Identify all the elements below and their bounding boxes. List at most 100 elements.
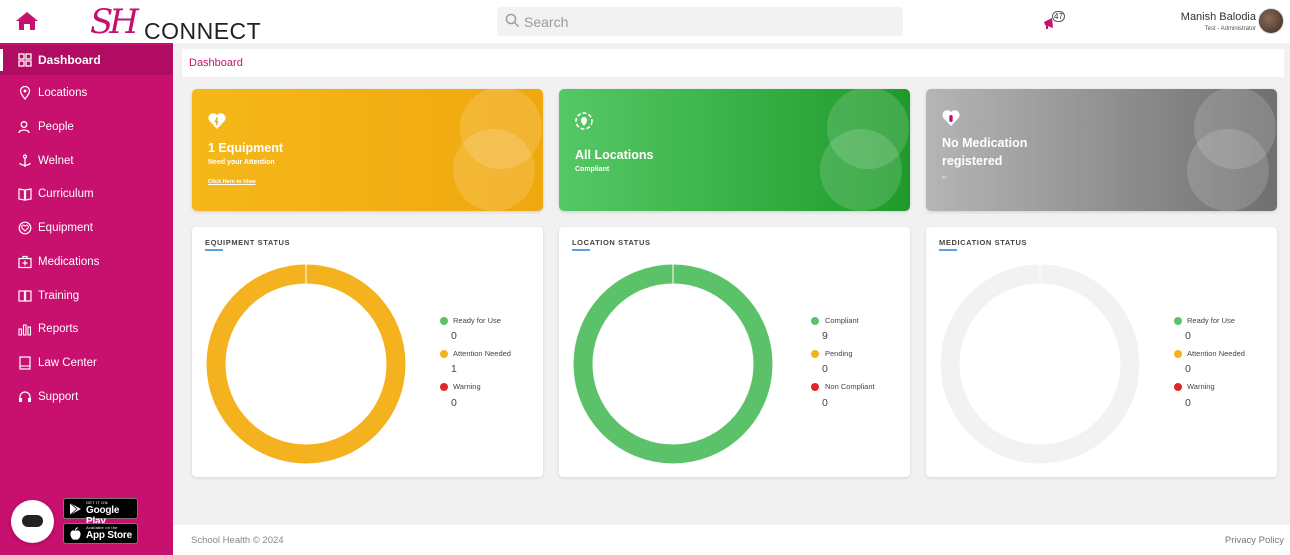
panel-underline — [939, 249, 957, 251]
legend-dot-attention — [440, 350, 448, 358]
panel-underline — [205, 249, 223, 251]
equipment-summary-card[interactable]: 1 Equipment Need your Attention Click He… — [192, 89, 543, 211]
law-book-icon — [19, 356, 31, 370]
sidebar: Dashboard Locations People Welnet Curric… — [0, 43, 173, 555]
legend-value: 9 — [822, 330, 828, 342]
google-play-icon — [69, 502, 81, 516]
click-here-link[interactable]: Click Here to View — [208, 179, 256, 185]
sidebar-item-label: Equipment — [38, 222, 93, 234]
breadcrumb[interactable]: Dashboard — [189, 57, 243, 69]
book-icon — [18, 188, 32, 201]
user-name[interactable]: Manish Balodia — [1181, 11, 1256, 23]
legend-dot-pending — [811, 350, 819, 358]
legend-value: 0 — [1185, 363, 1191, 375]
legend-dot-attention — [1174, 350, 1182, 358]
legend-label: Warning — [453, 382, 481, 391]
chat-button[interactable] — [11, 500, 54, 543]
sidebar-item-medications[interactable]: Medications — [0, 247, 173, 277]
legend-label: Pending — [825, 349, 853, 358]
sidebar-item-label: Medications — [38, 256, 100, 268]
medical-kit-icon — [18, 255, 32, 269]
legend-dot-compliant — [811, 317, 819, 325]
location-pin-icon — [19, 86, 31, 100]
card-title: 1 Equipment — [208, 141, 284, 155]
decor-circle — [1187, 129, 1269, 211]
sidebar-item-label: Training — [38, 290, 80, 302]
sidebar-item-equipment[interactable]: Equipment — [0, 213, 173, 243]
sidebar-item-dashboard[interactable]: Dashboard — [0, 45, 173, 75]
location-status-panel: LOCATION STATUS Compliant 9 Pending 0 No… — [559, 227, 910, 477]
privacy-policy-link[interactable]: Privacy Policy — [1225, 535, 1284, 546]
app-store-big-text: App Store — [86, 530, 132, 541]
legend-label: Attention Needed — [453, 349, 511, 358]
panel-title: EQUIPMENT STATUS — [205, 238, 291, 247]
sidebar-item-curriculum[interactable]: Curriculum — [0, 179, 173, 209]
footer: School Health © 2024 Privacy Policy — [173, 525, 1290, 555]
legend-dot-warning — [440, 383, 448, 391]
sidebar-item-locations[interactable]: Locations — [0, 78, 173, 108]
legend-value: 0 — [451, 397, 457, 409]
heart-bolt-icon — [208, 113, 226, 129]
notification-button[interactable]: 47 — [1043, 11, 1065, 31]
decor-circle — [453, 129, 535, 211]
app-store-badge[interactable]: Available on the App Store — [63, 523, 138, 544]
legend-label: Compliant — [825, 316, 859, 325]
home-icon[interactable] — [14, 10, 40, 32]
legend-value: 0 — [822, 363, 828, 375]
google-play-badge[interactable]: GET IT ON Google Play — [63, 498, 138, 527]
chat-bubble-icon — [22, 515, 43, 527]
location-target-icon — [575, 112, 593, 130]
panel-underline — [572, 249, 590, 251]
sidebar-item-label: People — [38, 121, 74, 133]
sidebar-item-support[interactable]: Support — [0, 382, 173, 412]
card-title: All Locations — [575, 148, 654, 162]
legend-label: Attention Needed — [1187, 349, 1245, 358]
sidebar-item-label: Dashboard — [38, 53, 101, 67]
card-title: No Medication — [942, 136, 1028, 150]
people-icon — [18, 121, 30, 134]
avatar[interactable] — [1258, 8, 1284, 34]
legend-dot-warning — [1174, 383, 1182, 391]
card-subtitle: Need your Attention — [208, 159, 275, 166]
card-subtitle: Compliant — [575, 166, 610, 173]
legend-label: Non Compliant — [825, 382, 875, 391]
sidebar-item-label: Welnet — [38, 155, 74, 167]
breadcrumb-bar: Dashboard — [182, 49, 1284, 77]
legend-value: 0 — [822, 397, 828, 409]
sidebar-item-welnet[interactable]: Welnet — [0, 146, 173, 176]
user-role: Test - Administrator — [1204, 26, 1256, 32]
legend-value: 0 — [1185, 330, 1191, 342]
app-logo[interactable]: SH CONNECT — [90, 2, 261, 44]
grid-icon — [18, 53, 32, 67]
legend-value: 0 — [451, 330, 457, 342]
medication-donut-chart — [940, 264, 1140, 464]
sidebar-item-law-center[interactable]: Law Center — [0, 348, 173, 378]
search-input[interactable] — [524, 7, 894, 36]
training-book-icon — [18, 290, 32, 302]
sidebar-item-label: Law Center — [38, 357, 97, 369]
locations-summary-card[interactable]: All Locations Compliant — [559, 89, 910, 211]
sidebar-item-people[interactable]: People — [0, 112, 173, 142]
legend-dot-ready — [440, 317, 448, 325]
sidebar-item-label: Curriculum — [38, 188, 94, 200]
sidebar-item-training[interactable]: Training — [0, 281, 173, 311]
legend-label: Ready for Use — [453, 316, 501, 325]
decor-circle — [820, 129, 902, 211]
legend-label: Warning — [1187, 382, 1215, 391]
sidebar-item-reports[interactable]: Reports — [0, 314, 173, 344]
legend-dot-non-compliant — [811, 383, 819, 391]
medication-summary-card[interactable]: No Medication registered -- — [926, 89, 1277, 211]
panel-title: LOCATION STATUS — [572, 238, 651, 247]
notification-count: 47 — [1052, 11, 1065, 22]
sidebar-item-label: Reports — [38, 323, 79, 335]
search-icon — [505, 13, 519, 27]
legend-value: 0 — [1185, 397, 1191, 409]
copyright-text: School Health © 2024 — [191, 535, 284, 546]
sidebar-item-label: Support — [38, 391, 79, 403]
equipment-donut-chart — [206, 264, 406, 464]
heart-shield-icon — [18, 221, 32, 235]
equipment-status-panel: EQUIPMENT STATUS Ready for Use 0 Attenti… — [192, 227, 543, 477]
legend-value: 1 — [451, 363, 457, 375]
anchor-icon — [19, 154, 31, 167]
card-title-line2: registered — [942, 154, 1003, 168]
